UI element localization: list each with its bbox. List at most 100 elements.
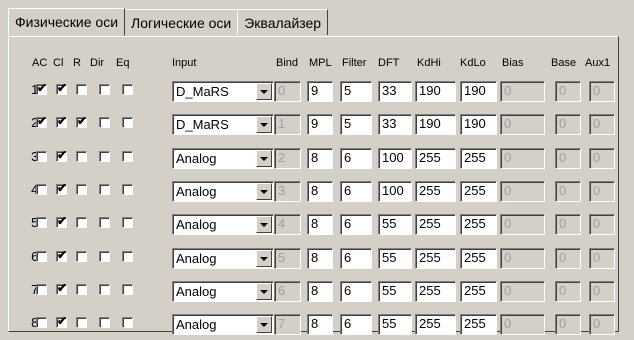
input-select[interactable]: D_MaRS bbox=[172, 81, 274, 102]
dir-checkbox[interactable] bbox=[99, 151, 110, 162]
cl-checkbox[interactable]: ✔ bbox=[56, 148, 67, 162]
input-select[interactable]: D_MaRS bbox=[172, 114, 274, 135]
ac-checkbox[interactable]: ✔ bbox=[36, 114, 47, 128]
dft-field[interactable]: 33 bbox=[378, 114, 412, 135]
dropdown-button[interactable] bbox=[256, 216, 272, 233]
dropdown-button[interactable] bbox=[256, 116, 272, 133]
ac-checkbox[interactable]: ✔ bbox=[36, 81, 47, 95]
mpl-field[interactable]: 8 bbox=[307, 281, 333, 302]
kdhi-field[interactable]: 255 bbox=[415, 148, 456, 169]
dropdown-button[interactable] bbox=[256, 283, 272, 300]
r-checkbox[interactable] bbox=[76, 151, 87, 162]
r-checkbox[interactable] bbox=[76, 184, 87, 195]
filter-field[interactable]: 6 bbox=[340, 181, 372, 202]
mpl-field[interactable]: 8 bbox=[307, 248, 333, 269]
mpl-field[interactable]: 8 bbox=[307, 314, 333, 335]
r-checkbox[interactable] bbox=[76, 284, 87, 295]
kdlo-field[interactable]: 255 bbox=[460, 314, 497, 335]
mpl-field[interactable]: 8 bbox=[307, 148, 333, 169]
input-select[interactable]: Analog bbox=[172, 148, 274, 169]
tab-physical-axes[interactable]: Физические оси bbox=[8, 8, 126, 36]
r-checkbox[interactable] bbox=[76, 217, 87, 228]
r-checkbox[interactable] bbox=[76, 251, 87, 262]
kdhi-field[interactable]: 190 bbox=[415, 114, 456, 135]
cl-checkbox[interactable]: ✔ bbox=[56, 314, 67, 328]
eq-checkbox[interactable] bbox=[122, 217, 133, 228]
dir-checkbox[interactable] bbox=[99, 184, 110, 195]
r-checkbox[interactable] bbox=[76, 84, 87, 95]
kdhi-field[interactable]: 255 bbox=[415, 214, 456, 235]
dir-checkbox[interactable] bbox=[99, 84, 110, 95]
kdhi-field[interactable]: 255 bbox=[415, 181, 456, 202]
dir-checkbox[interactable] bbox=[99, 317, 110, 328]
kdhi-field[interactable]: 190 bbox=[415, 81, 456, 102]
dropdown-button[interactable] bbox=[256, 150, 272, 167]
eq-checkbox[interactable] bbox=[122, 151, 133, 162]
dft-field[interactable]: 55 bbox=[378, 281, 412, 302]
filter-field[interactable]: 6 bbox=[340, 214, 372, 235]
ac-checkbox[interactable] bbox=[36, 317, 47, 328]
kdlo-field[interactable]: 255 bbox=[460, 248, 497, 269]
eq-checkbox[interactable] bbox=[122, 317, 133, 328]
mpl-field[interactable]: 9 bbox=[307, 114, 333, 135]
mpl-field[interactable]: 8 bbox=[307, 181, 333, 202]
cl-checkbox[interactable]: ✔ bbox=[56, 181, 67, 195]
mpl-field[interactable]: 8 bbox=[307, 214, 333, 235]
cl-checkbox[interactable]: ✔ bbox=[56, 281, 67, 295]
dir-checkbox[interactable] bbox=[99, 217, 110, 228]
dir-checkbox[interactable] bbox=[99, 117, 110, 128]
r-checkbox[interactable]: ✔ bbox=[76, 114, 87, 128]
cl-checkbox[interactable]: ✔ bbox=[56, 114, 67, 128]
filter-field[interactable]: 6 bbox=[340, 281, 372, 302]
dropdown-button[interactable] bbox=[256, 183, 272, 200]
kdlo-field[interactable]: 255 bbox=[460, 181, 497, 202]
kdlo-field[interactable]: 255 bbox=[460, 148, 497, 169]
ac-checkbox[interactable] bbox=[36, 284, 47, 295]
input-select[interactable]: Analog bbox=[172, 248, 274, 269]
kdlo-field[interactable]: 255 bbox=[460, 214, 497, 235]
kdhi-field[interactable]: 255 bbox=[415, 281, 456, 302]
ac-checkbox[interactable] bbox=[36, 184, 47, 195]
filter-field[interactable]: 5 bbox=[340, 81, 372, 102]
kdlo-field[interactable]: 255 bbox=[460, 281, 497, 302]
ac-checkbox[interactable] bbox=[36, 251, 47, 262]
input-select[interactable]: Analog bbox=[172, 281, 274, 302]
filter-field[interactable]: 5 bbox=[340, 114, 372, 135]
dir-checkbox[interactable] bbox=[99, 284, 110, 295]
eq-checkbox[interactable] bbox=[122, 117, 133, 128]
dft-field[interactable]: 55 bbox=[378, 314, 412, 335]
kdhi-field[interactable]: 255 bbox=[415, 248, 456, 269]
filter-field[interactable]: 6 bbox=[340, 148, 372, 169]
kdlo-field[interactable]: 190 bbox=[460, 114, 497, 135]
cl-checkbox[interactable]: ✔ bbox=[56, 248, 67, 262]
dropdown-button[interactable] bbox=[256, 83, 272, 100]
r-checkbox[interactable] bbox=[76, 317, 87, 328]
ac-checkbox[interactable] bbox=[36, 217, 47, 228]
base-field: 0 bbox=[555, 81, 581, 102]
mpl-field[interactable]: 9 bbox=[307, 81, 333, 102]
eq-checkbox[interactable] bbox=[122, 84, 133, 95]
dropdown-button[interactable] bbox=[256, 250, 272, 267]
tab-equalizer[interactable]: Эквалайзер bbox=[237, 9, 329, 35]
dft-field[interactable]: 55 bbox=[378, 248, 412, 269]
input-select[interactable]: Analog bbox=[172, 314, 274, 335]
filter-field[interactable]: 6 bbox=[340, 314, 372, 335]
filter-field[interactable]: 6 bbox=[340, 248, 372, 269]
ac-checkbox[interactable] bbox=[36, 151, 47, 162]
dropdown-button[interactable] bbox=[256, 316, 272, 333]
eq-checkbox[interactable] bbox=[122, 284, 133, 295]
cl-checkbox[interactable]: ✔ bbox=[56, 81, 67, 95]
tab-logical-axes[interactable]: Логические оси bbox=[124, 9, 239, 35]
dft-field[interactable]: 100 bbox=[378, 181, 412, 202]
kdhi-field[interactable]: 255 bbox=[415, 314, 456, 335]
dir-checkbox[interactable] bbox=[99, 251, 110, 262]
eq-checkbox[interactable] bbox=[122, 184, 133, 195]
input-select[interactable]: Analog bbox=[172, 214, 274, 235]
dft-field[interactable]: 33 bbox=[378, 81, 412, 102]
input-select[interactable]: Analog bbox=[172, 181, 274, 202]
cl-checkbox[interactable]: ✔ bbox=[56, 214, 67, 228]
dft-field[interactable]: 55 bbox=[378, 214, 412, 235]
dft-field[interactable]: 100 bbox=[378, 148, 412, 169]
eq-checkbox[interactable] bbox=[122, 251, 133, 262]
kdlo-field[interactable]: 190 bbox=[460, 81, 497, 102]
